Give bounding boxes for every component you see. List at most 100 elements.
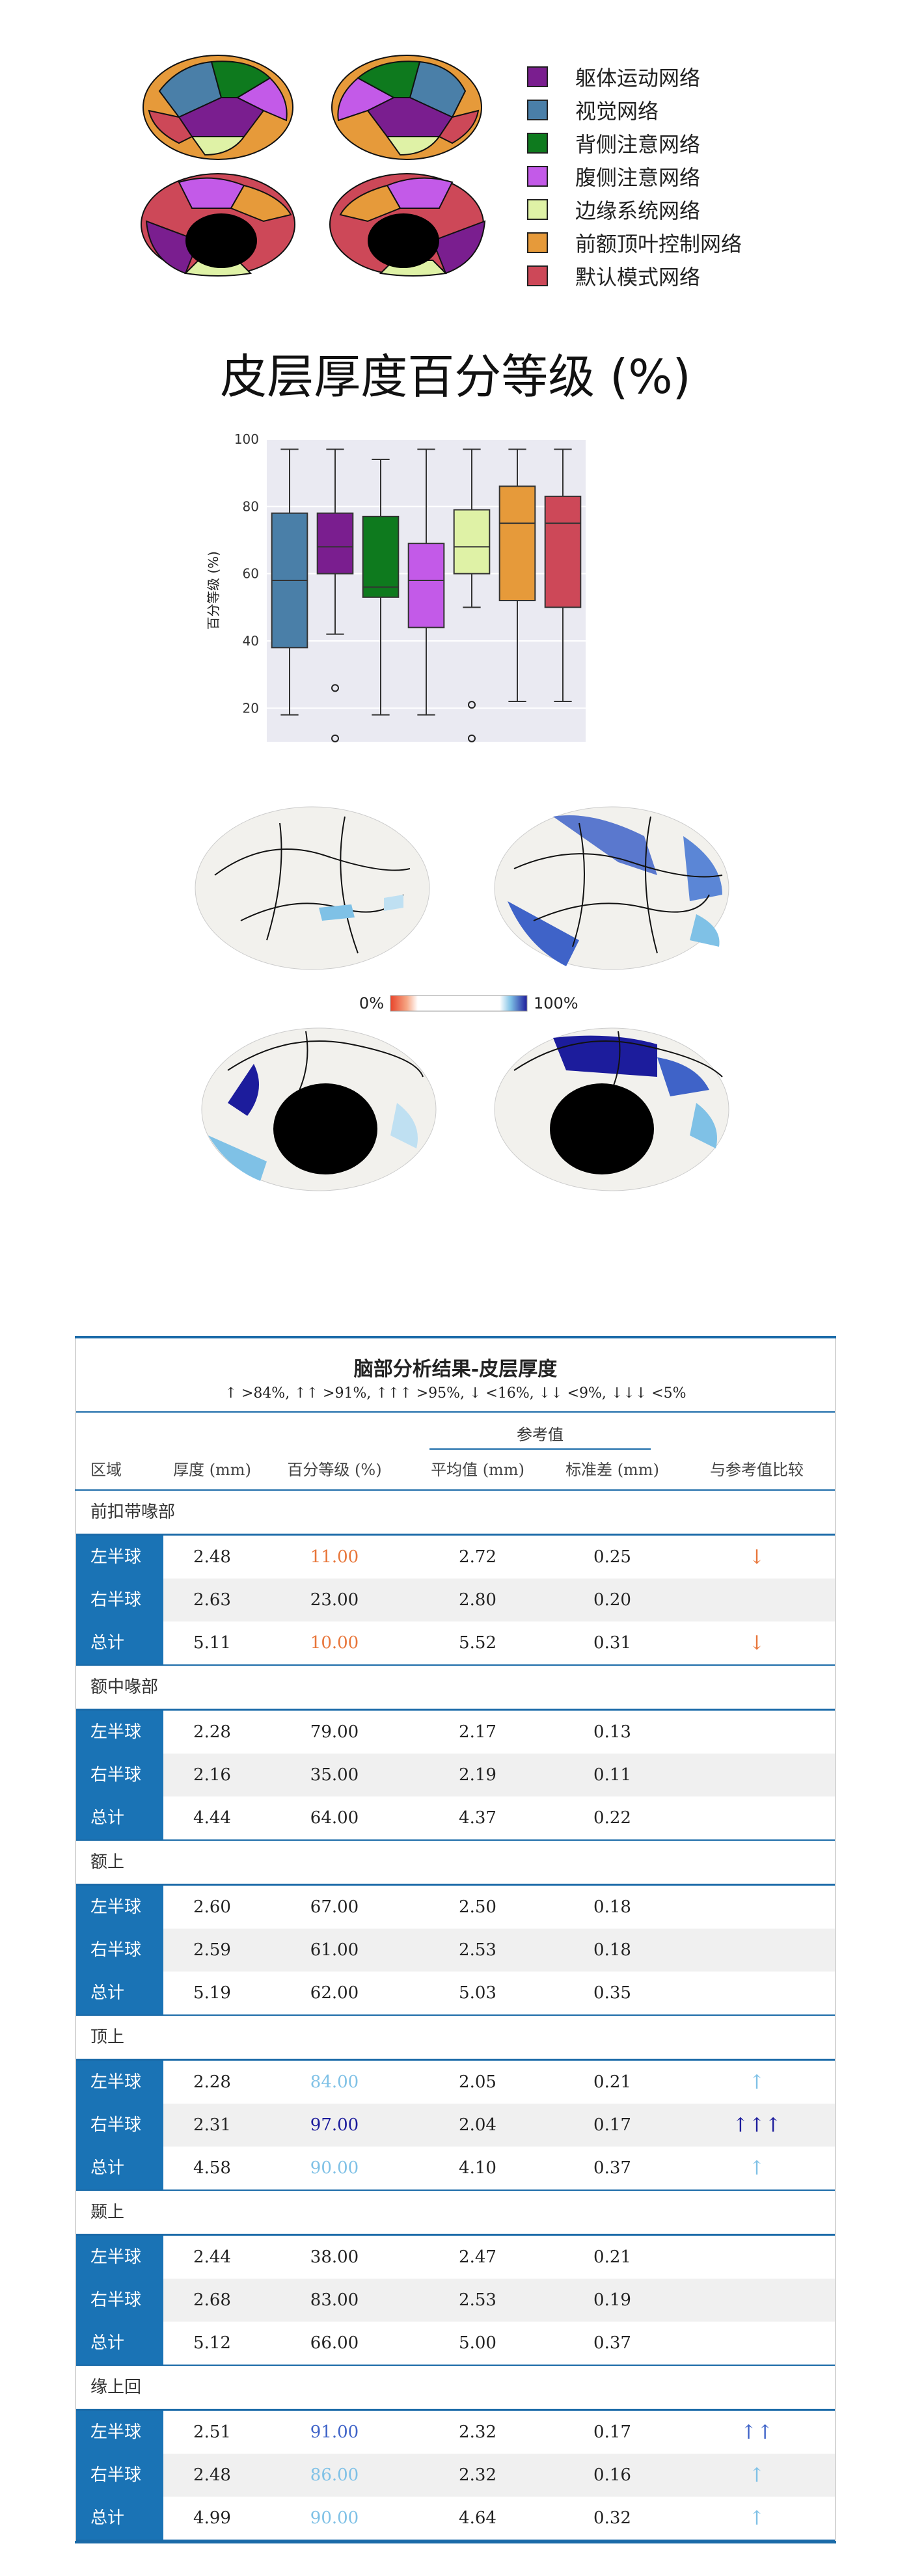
legend-label: 背侧注意网络	[575, 131, 701, 157]
sd-cell: 0.17	[593, 2115, 631, 2135]
table-row: 左半球 2.28 84.00 2.05 0.21 ↑	[75, 2061, 836, 2104]
region-cell: 右半球	[75, 2454, 163, 2497]
group-header: 额中喙部	[75, 1666, 836, 1711]
percentile-cell: 67.00	[310, 1897, 359, 1917]
header-thickness: 厚度 (mm)	[173, 1461, 251, 1479]
region-cell: 左半球	[75, 1886, 163, 1929]
network-legend: 躯体运动网络 视觉网络 背侧注意网络 腹侧注意网络 边缘系统网络 前额顶叶控制网络 默认模式…	[527, 60, 742, 292]
colorbar-min-label: 0%	[359, 994, 384, 1012]
compare-cell: ↓	[748, 1545, 765, 1569]
header-region: 区域	[90, 1461, 122, 1479]
region-cell: 左半球	[75, 2061, 163, 2104]
legend-item: 腹侧注意网络	[527, 159, 742, 193]
mean-cell: 2.72	[459, 1547, 496, 1567]
reference-underline	[429, 1448, 651, 1450]
thickness-cell: 5.12	[193, 2333, 231, 2353]
region-cell: 右半球	[75, 1929, 163, 1972]
thickness-cell: 2.51	[193, 2422, 231, 2442]
network-brain-images	[141, 55, 486, 277]
mean-cell: 2.05	[459, 2072, 496, 2092]
header-percentile: 百分等级 (%)	[287, 1461, 382, 1479]
mean-cell: 5.03	[459, 1983, 496, 2003]
thickness-cell: 2.31	[193, 2115, 231, 2135]
thickness-cell: 2.60	[193, 1897, 231, 1917]
mean-cell: 2.50	[459, 1897, 496, 1917]
legend-label: 默认模式网络	[575, 264, 701, 290]
region-cell: 左半球	[75, 2236, 163, 2279]
colorbar-max-label: 100%	[534, 994, 578, 1012]
percentile-cell: 84.00	[310, 2072, 359, 2092]
percentile-cell: 91.00	[310, 2422, 359, 2442]
percentile-cell: 83.00	[310, 2290, 359, 2310]
percentile-cell: 64.00	[310, 1808, 359, 1828]
sd-cell: 0.17	[593, 2422, 631, 2442]
thickness-brain-medial-left	[201, 1027, 437, 1191]
mean-cell: 2.17	[459, 1722, 496, 1742]
mean-cell: 4.37	[459, 1808, 496, 1828]
table-row: 总计 4.99 90.00 4.64 0.32 ↑	[75, 2497, 836, 2541]
legend-swatch	[527, 198, 548, 220]
thickness-cell: 2.59	[193, 1940, 231, 1960]
y-tick-label: 60	[243, 566, 259, 582]
y-axis-label: 百分等级 (%)	[206, 551, 221, 630]
region-cell: 总计	[75, 1796, 163, 1839]
y-tick-label: 40	[243, 633, 259, 649]
region-cell: 总计	[75, 2497, 163, 2540]
legend-label: 躯体运动网络	[575, 65, 701, 90]
legend-item: 默认模式网络	[527, 259, 742, 292]
percentile-cell: 61.00	[310, 1940, 359, 1960]
percentile-cell: 97.00	[310, 2115, 359, 2135]
thickness-brain-lateral-right	[494, 806, 729, 970]
table-legend-note: ↑ >84%, ↑↑ >91%, ↑↑↑ >95%, ↓ <16%, ↓↓ <9…	[75, 1379, 836, 1413]
legend-swatch	[527, 265, 548, 286]
region-cell: 左半球	[75, 1711, 163, 1754]
thickness-cell: 2.28	[193, 2072, 231, 2092]
mean-cell: 2.53	[459, 1940, 496, 1960]
table-row: 总计 5.12 66.00 5.00 0.37	[75, 2322, 836, 2366]
sd-cell: 0.31	[593, 1633, 631, 1653]
mean-cell: 4.10	[459, 2158, 496, 2178]
mean-cell: 2.04	[459, 2115, 496, 2135]
thickness-cell: 5.11	[193, 1633, 231, 1653]
mean-cell: 4.64	[459, 2508, 496, 2528]
percentile-cell: 35.00	[310, 1765, 359, 1785]
group-header: 颞上	[75, 2191, 836, 2236]
table-row: 右半球 2.59 61.00 2.53 0.18	[75, 1929, 836, 1972]
mean-cell: 5.00	[459, 2333, 496, 2353]
chart-title: 皮层厚度百分等级 (%)	[220, 349, 691, 404]
legend-item: 前额顶叶控制网络	[527, 226, 742, 259]
group-header: 缘上回	[75, 2366, 836, 2411]
table-row: 右半球 2.63 23.00 2.80 0.20	[75, 1579, 836, 1621]
legend-item: 视觉网络	[527, 93, 742, 126]
region-cell: 总计	[75, 1972, 163, 2014]
table-row: 右半球 2.31 97.00 2.04 0.17 ↑↑↑	[75, 2104, 836, 2147]
mean-cell: 2.19	[459, 1765, 496, 1785]
thickness-cell: 2.44	[193, 2247, 231, 2267]
thickness-cell: 2.16	[193, 1765, 231, 1785]
mean-cell: 2.32	[459, 2465, 496, 2485]
table-row: 左半球 2.28 79.00 2.17 0.13	[75, 1711, 836, 1754]
legend-swatch	[527, 232, 548, 253]
legend-label: 前额顶叶控制网络	[575, 231, 742, 256]
percentile-cell: 11.00	[310, 1547, 359, 1567]
thickness-brain-images: 0% 100%	[195, 806, 729, 1191]
y-tick-label: 100	[234, 431, 259, 447]
group-header: 额上	[75, 1841, 836, 1886]
region-cell: 右半球	[75, 2279, 163, 2322]
sd-cell: 0.21	[593, 2072, 631, 2092]
compare-cell: ↑	[748, 2156, 765, 2180]
table-header: 参考值 区域 厚度 (mm) 百分等级 (%) 平均值 (mm) 标准差 (mm…	[75, 1413, 836, 1491]
percentile-cell: 62.00	[310, 1983, 359, 2003]
y-tick-label: 80	[243, 498, 259, 514]
legend-label: 视觉网络	[575, 98, 659, 124]
table-row: 总计 4.44 64.00 4.37 0.22	[75, 1796, 836, 1841]
region-cell: 左半球	[75, 1536, 163, 1579]
thickness-cell: 4.44	[193, 1808, 231, 1828]
legend-swatch	[527, 132, 548, 154]
compare-cell: ↑	[748, 2070, 765, 2094]
table-row: 总计 5.11 10.00 5.52 0.31 ↓	[75, 1621, 836, 1666]
region-cell: 总计	[75, 2322, 163, 2365]
region-cell: 总计	[75, 2147, 163, 2190]
sd-cell: 0.18	[593, 1940, 631, 1960]
box	[407, 543, 445, 629]
